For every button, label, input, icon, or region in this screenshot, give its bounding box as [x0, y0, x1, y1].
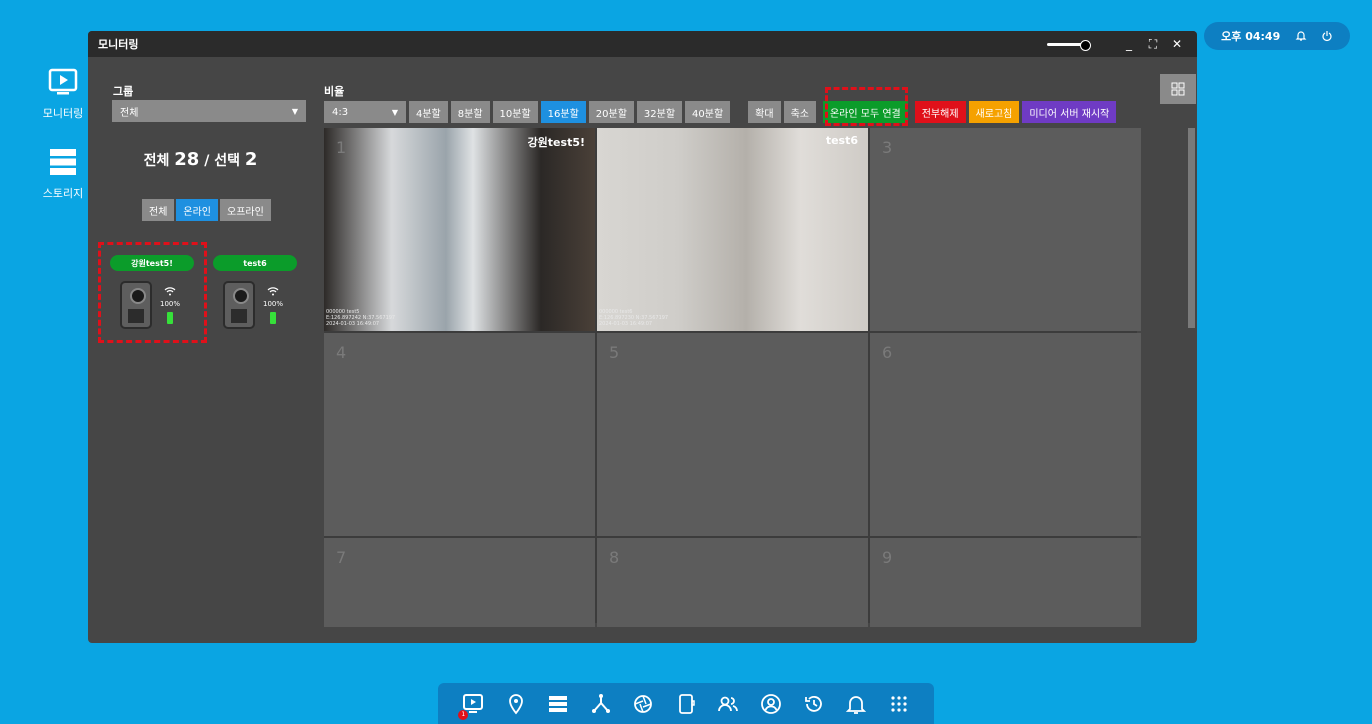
window-title: 모니터링 — [98, 38, 139, 51]
group-label: 그룹 — [113, 85, 134, 98]
cell-number: 9 — [882, 548, 893, 567]
cell-camera-name: test6 — [825, 134, 858, 147]
restart-media-server-button[interactable]: 미디어 서버 재시작 — [1022, 101, 1117, 123]
device-count-summary: 전체 28 / 선택 2 — [88, 149, 313, 170]
device-card[interactable]: test6 100% — [213, 255, 297, 329]
account-icon[interactable] — [760, 693, 782, 715]
wifi-icon — [267, 286, 279, 295]
split-4-button[interactable]: 4분할 — [409, 101, 448, 123]
group-select[interactable]: 전체 ▼ — [112, 100, 306, 122]
storage-icon[interactable] — [547, 693, 569, 715]
video-grid: 1 강원test5! 000000 test5 E:126.897242 N:3… — [324, 128, 1141, 627]
video-cell[interactable]: 4 — [324, 333, 595, 536]
battery-percent: 100% — [263, 299, 284, 308]
split-40-button[interactable]: 40분할 — [685, 101, 731, 123]
close-button[interactable]: ✕ — [1167, 37, 1187, 51]
filter-all-button[interactable]: 전체 — [142, 199, 175, 221]
cell-camera-name: 강원test5! — [527, 136, 585, 149]
cell-number: 5 — [609, 343, 620, 362]
ratio-label: 비율 — [324, 85, 345, 98]
video-cell[interactable]: 8 — [597, 538, 868, 627]
desktop-icon-monitoring[interactable]: 모니터링 — [38, 66, 88, 121]
cell-number: 3 — [882, 138, 893, 157]
device-name: test6 — [213, 255, 297, 271]
desktop-icon-storage[interactable]: 스토리지 — [38, 146, 88, 201]
grid-icon — [1171, 82, 1185, 96]
cell-number: 8 — [609, 548, 620, 567]
ratio-select-value: 4:3 — [332, 106, 349, 118]
release-all-button[interactable]: 전부해제 — [914, 101, 966, 123]
grid-layout-button[interactable] — [1160, 74, 1196, 104]
status-filter: 전체 온라인 오프라인 — [142, 199, 271, 221]
desktop-icon-label: 모니터링 — [42, 107, 84, 120]
monitoring-icon[interactable]: 1 — [458, 693, 484, 720]
cell-number: 7 — [336, 548, 347, 567]
volume-slider[interactable] — [1047, 39, 1091, 51]
clock: 오후 04:49 — [1221, 30, 1281, 43]
split-16-button[interactable]: 16분할 — [540, 101, 586, 123]
video-cell[interactable]: 3 — [870, 128, 1141, 331]
minimize-button[interactable]: _ — [1119, 37, 1139, 51]
location-icon[interactable] — [505, 693, 527, 715]
network-icon[interactable] — [590, 693, 612, 715]
storage-icon — [50, 149, 76, 175]
monitor-play-icon — [48, 68, 78, 95]
video-osd: 000000 test6 E:126.897230 N:37.567197 20… — [599, 309, 668, 327]
cell-number: 1 — [336, 138, 347, 157]
power-icon[interactable] — [1321, 30, 1333, 42]
total-count: 28 — [174, 149, 200, 170]
video-cell[interactable]: 7 — [324, 538, 595, 627]
filter-online-button[interactable]: 온라인 — [176, 199, 219, 221]
bell-icon[interactable] — [845, 693, 867, 715]
split-32-button[interactable]: 32분할 — [636, 101, 683, 123]
split-20-button[interactable]: 20분할 — [588, 101, 634, 123]
split-8-button[interactable]: 8분할 — [450, 101, 490, 123]
scrollbar[interactable] — [1188, 128, 1195, 328]
desktop-icon-label: 스토리지 — [42, 187, 84, 200]
body-camera-icon — [223, 281, 255, 329]
history-icon[interactable] — [803, 693, 825, 715]
device-icon[interactable] — [675, 693, 697, 715]
monitoring-window: 모니터링 _ ⛶ ✕ 그룹 전체 ▼ 비율 전체 28 / 선택 2 전체 온라… — [88, 31, 1197, 643]
video-cell[interactable]: 6 — [870, 333, 1141, 536]
monitoring-toolbar: 4:3 ▼ 4분할 8분할 10분할 16분할 20분할 32분할 40분할 확… — [324, 101, 1117, 123]
group-select-value: 전체 — [120, 107, 139, 119]
zoom-in-button[interactable]: 확대 — [748, 101, 781, 123]
taskbar: 1 — [438, 683, 934, 724]
cell-number: 6 — [882, 343, 893, 362]
cell-number: 4 — [336, 343, 347, 362]
highlight-box — [825, 87, 908, 126]
ratio-select[interactable]: 4:3 ▼ — [324, 101, 406, 123]
summary-separator: / 선택 — [204, 153, 240, 169]
video-cell[interactable]: 9 — [870, 538, 1141, 627]
bell-icon[interactable] — [1295, 30, 1307, 42]
highlight-box — [98, 242, 207, 343]
users-icon[interactable] — [717, 693, 739, 715]
video-cell[interactable]: test6 000000 test6 E:126.897230 N:37.567… — [597, 128, 868, 331]
osd-line: 2024-01-03 16:49:07 — [599, 321, 653, 327]
notification-badge: 1 — [458, 709, 469, 720]
zoom-out-button[interactable]: 축소 — [783, 101, 816, 123]
battery-icon — [270, 311, 276, 324]
system-status: 오후 04:49 — [1204, 22, 1350, 50]
fullscreen-button[interactable]: ⛶ — [1143, 37, 1163, 52]
refresh-button[interactable]: 새로고침 — [968, 101, 1020, 123]
chevron-down-icon: ▼ — [291, 106, 298, 116]
filter-offline-button[interactable]: 오프라인 — [220, 199, 271, 221]
summary-prefix: 전체 — [143, 153, 170, 169]
window-titlebar[interactable]: 모니터링 _ ⛶ ✕ — [88, 31, 1197, 57]
osd-line: 2024-01-03 16:49:07 — [326, 321, 380, 327]
split-10-button[interactable]: 10분할 — [492, 101, 538, 123]
selected-count: 2 — [244, 149, 258, 170]
apps-grid-icon[interactable] — [888, 693, 910, 715]
shutter-icon[interactable] — [632, 693, 654, 715]
video-cell[interactable]: 1 강원test5! 000000 test5 E:126.897242 N:3… — [324, 128, 595, 331]
chevron-down-icon: ▼ — [391, 107, 398, 117]
video-cell[interactable]: 5 — [597, 333, 868, 536]
video-osd: 000000 test5 E:126.897242 N:37.567197 20… — [326, 309, 395, 327]
